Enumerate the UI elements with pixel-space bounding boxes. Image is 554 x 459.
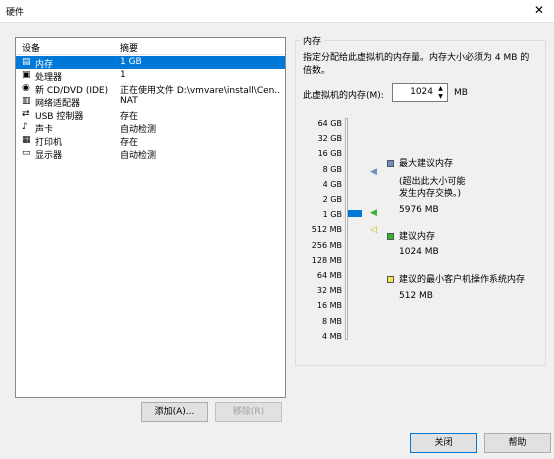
device-list-header: 设备 摘要	[16, 38, 285, 55]
memory-value[interactable]: 1024	[410, 87, 433, 97]
close-icon[interactable]: ✕	[532, 3, 546, 17]
processor-icon: ▣	[22, 70, 31, 80]
scale-tick-label: 4 GB	[322, 179, 342, 189]
help-button[interactable]: 帮助	[484, 433, 551, 453]
scale-tick-label: 2 GB	[322, 195, 342, 204]
device-row[interactable]: ▦ 打印机 存在	[16, 134, 285, 148]
device-summary: 自动检测	[120, 151, 157, 161]
min-recommended-marker-icon: ◁	[370, 225, 377, 235]
display-icon: ▭	[22, 148, 31, 158]
column-header-device[interactable]: 设备	[22, 41, 40, 54]
sound-icon: ♪	[22, 122, 28, 132]
memory-unit: MB	[454, 88, 468, 98]
device-row[interactable]: ▥ 网络适配器 NAT	[16, 95, 285, 109]
scale-tick-label: 32 GB	[317, 134, 342, 144]
close-button[interactable]: 关闭	[410, 433, 477, 453]
window-title: 硬件	[6, 8, 25, 18]
device-name: 显示器	[35, 151, 63, 161]
min-recommended-legend-icon	[387, 276, 394, 283]
scale-tick-label: 32 MB	[316, 286, 342, 296]
cd-dvd-icon: ◉	[22, 83, 30, 93]
device-summary: NAT	[120, 96, 138, 106]
remove-button[interactable]: 移除(R)	[215, 402, 282, 422]
device-row[interactable]: ♪ 声卡 自动检测	[16, 121, 285, 135]
recommended-legend-icon	[387, 233, 394, 240]
max-recommended-title: 最大建议内存	[399, 159, 454, 169]
max-recommended-note: (超出此大小可能 发生内存交换。)	[399, 177, 466, 199]
max-recommended-marker-icon: ◀	[370, 167, 377, 177]
min-recommended-value: 512 MB	[399, 291, 433, 301]
recommended-title: 建议内存	[399, 232, 436, 242]
scale-tick-label: 128 MB	[311, 255, 342, 265]
max-recommended-value: 5976 MB	[399, 205, 439, 215]
recommended-marker-icon: ◀	[370, 208, 377, 218]
memory-description: 指定分配给此虚拟机的内存量。内存大小必须为 4 MB 的倍数。	[303, 53, 530, 76]
scale-tick-label: 512 MB	[311, 225, 342, 235]
scale-tick-label: 8 MB	[321, 316, 342, 326]
scale-tick-label: 16 MB	[316, 301, 342, 311]
scale-tick-label: 64 GB	[317, 119, 342, 128]
device-row[interactable]: ⇄ USB 控制器 存在	[16, 108, 285, 122]
scale-tick-label: 8 GB	[322, 164, 342, 174]
memory-group-title: 内存	[300, 34, 325, 47]
scale-tick-label: 16 GB	[317, 149, 342, 159]
device-list[interactable]: 设备 摘要 ▤ 内存 1 GB ▣ 处理器 1 ◉ 新 CD/DVD (IDE) 正在使用文件 …	[15, 37, 286, 398]
title-bar: 硬件 ✕	[0, 0, 554, 23]
add-button[interactable]: 添加(A)...	[141, 402, 208, 422]
memory-icon: ▤	[22, 57, 31, 67]
scale-tick-label: 4 MB	[321, 331, 342, 341]
scale-tick-label: 256 MB	[311, 240, 342, 250]
memory-slider-thumb[interactable]	[348, 210, 362, 217]
memory-slider-track[interactable]	[345, 118, 348, 340]
memory-spinbox[interactable]: 1024 ▲ ▼	[392, 83, 448, 102]
network-icon: ▥	[22, 96, 31, 106]
device-row[interactable]: ▭ 显示器 自动检测	[16, 147, 285, 161]
device-row[interactable]: ▣ 处理器 1	[16, 69, 285, 83]
printer-icon: ▦	[22, 135, 31, 145]
memory-label: 此虚拟机的内存(M):	[303, 91, 384, 101]
column-header-summary[interactable]: 摘要	[120, 41, 138, 54]
usb-icon: ⇄	[22, 109, 30, 119]
scale-tick-label: 1 GB	[322, 210, 342, 220]
spin-down-icon[interactable]: ▼	[435, 93, 446, 101]
device-summary: 1	[120, 70, 126, 80]
recommended-value: 1024 MB	[399, 247, 439, 257]
device-row[interactable]: ▤ 内存 1 GB	[16, 56, 285, 70]
scale-tick-label: 64 MB	[316, 271, 342, 280]
device-row[interactable]: ◉ 新 CD/DVD (IDE) 正在使用文件 D:\vmvare\install\…	[16, 82, 285, 96]
max-recommended-legend-icon	[387, 160, 394, 167]
min-recommended-title: 建议的最小客户机操作系统内存	[399, 275, 526, 285]
spin-up-icon[interactable]: ▲	[435, 85, 446, 93]
device-summary: 1 GB	[120, 57, 142, 67]
